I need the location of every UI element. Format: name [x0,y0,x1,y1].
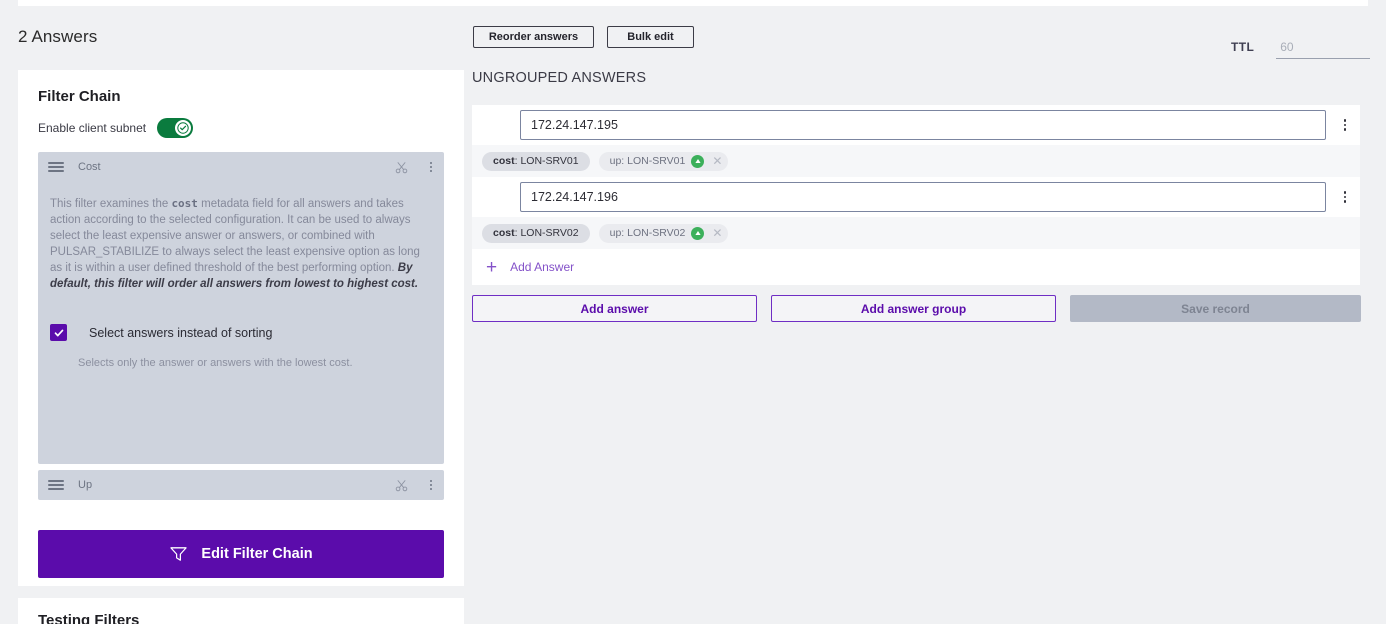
desc-code-cost: cost [171,197,198,210]
scissors-icon[interactable] [395,161,408,174]
add-answer-group-button[interactable]: Add answer group [771,295,1056,322]
reorder-answers-button[interactable]: Reorder answers [473,26,594,48]
filter-header-up: Up [38,470,444,500]
answer-row [472,177,1360,217]
funnel-icon [170,546,188,561]
toggle-knob [175,120,192,136]
filter-block-up: Up [38,470,444,500]
up-status-badge-icon [691,154,705,168]
filter-overflow-menu-icon[interactable] [430,162,432,172]
enable-client-subnet-row: Enable client subnet [38,118,194,138]
filter-header-cost: Cost [38,152,444,182]
filter-block-cost: Cost This filter examines the cost metad… [38,152,444,552]
answer-address-input[interactable] [520,110,1326,140]
answer-address-input[interactable] [520,182,1326,212]
scissors-icon[interactable] [395,479,408,492]
filter-chain-title: Filter Chain [38,88,121,105]
meta-chip-key: cost [493,227,515,239]
answer-row [472,105,1360,145]
top-card-edge [18,0,1368,6]
meta-chip-up[interactable]: up: LON-SRV02 ✕ [598,223,729,243]
meta-chip-text: up: LON-SRV01 [609,155,686,167]
select-answers-label: Select answers instead of sorting [89,325,273,340]
meta-chip-cost[interactable]: cost: LON-SRV01 [482,151,590,171]
remove-meta-chip-icon[interactable]: ✕ [712,155,722,167]
filter-header-actions [395,479,432,492]
answer-meta-row: cost: LON-SRV02 up: LON-SRV02 ✕ [472,217,1360,249]
meta-chip-value: LON-SRV02 [520,227,579,239]
answers-action-buttons: Add answer Add answer group Save record [472,295,1361,322]
ungrouped-answers-title: UNGROUPED ANSWERS [472,70,647,86]
answer-overflow-menu-icon[interactable] [1343,191,1346,203]
up-status-badge-icon [691,226,705,240]
answers-count-title: 2 Answers [18,27,98,46]
page-header: 2 Answers Reorder answers Bulk edit TTL [0,18,1386,62]
answers-panel: UNGROUPED ANSWERS cost: LON-SRV01 up: LO… [472,70,1361,322]
meta-chip-key: up [609,155,622,167]
plus-icon: + [486,256,498,278]
drag-handle-icon[interactable] [48,480,64,490]
enable-client-subnet-toggle[interactable] [157,118,194,138]
ttl-field-group: TTL [1231,40,1371,59]
filter-name-cost: Cost [78,161,101,173]
desc-part-1: This filter examines the [50,198,172,210]
save-record-button: Save record [1070,295,1361,322]
add-answer-button[interactable]: Add answer [472,295,757,322]
filter-header-actions [395,161,432,174]
select-answers-checkbox[interactable] [50,324,67,341]
select-answers-help-text: Selects only the answer or answers with … [78,357,353,369]
select-answers-option-row: Select answers instead of sorting [50,324,432,341]
filter-description: This filter examines the cost metadata f… [50,196,432,292]
bulk-edit-button[interactable]: Bulk edit [607,26,694,48]
filter-overflow-menu-icon[interactable] [430,480,432,490]
checkmark-icon [54,329,63,336]
meta-chip-value: LON-SRV01 [627,155,686,167]
edit-filter-chain-label: Edit Filter Chain [201,546,313,562]
testing-filters-card: Testing Filters [18,598,464,624]
answer-meta-row: cost: LON-SRV01 up: LON-SRV01 ✕ [472,145,1360,177]
meta-chip-key: up [609,227,622,239]
meta-chip-value: LON-SRV02 [627,227,686,239]
filter-body-cost: This filter examines the cost metadata f… [38,182,444,464]
enable-client-subnet-label: Enable client subnet [38,121,147,135]
filter-chain-list: Cost This filter examines the cost metad… [38,152,444,552]
meta-chip-value: LON-SRV01 [520,155,579,167]
meta-chip-key: cost [493,155,515,167]
ttl-input[interactable] [1276,40,1371,59]
add-answer-inline-label: Add Answer [510,260,575,274]
meta-chip-text: up: LON-SRV02 [609,227,686,239]
meta-chip-cost[interactable]: cost: LON-SRV02 [482,223,590,243]
check-circle-icon [177,122,189,134]
answer-overflow-menu-icon[interactable] [1343,119,1346,131]
filter-chain-card: Filter Chain Enable client subnet Cost T… [18,70,464,586]
testing-filters-title: Testing Filters [38,612,140,624]
answers-editor-page: 2 Answers Reorder answers Bulk edit TTL … [0,0,1386,624]
add-answer-inline-row[interactable]: + Add Answer [472,249,1360,285]
edit-filter-chain-button[interactable]: Edit Filter Chain [38,530,444,578]
drag-handle-icon[interactable] [48,162,64,172]
filter-name-up: Up [78,479,93,491]
ttl-label: TTL [1231,40,1255,54]
meta-chip-up[interactable]: up: LON-SRV01 ✕ [598,151,729,171]
remove-meta-chip-icon[interactable]: ✕ [712,227,722,239]
